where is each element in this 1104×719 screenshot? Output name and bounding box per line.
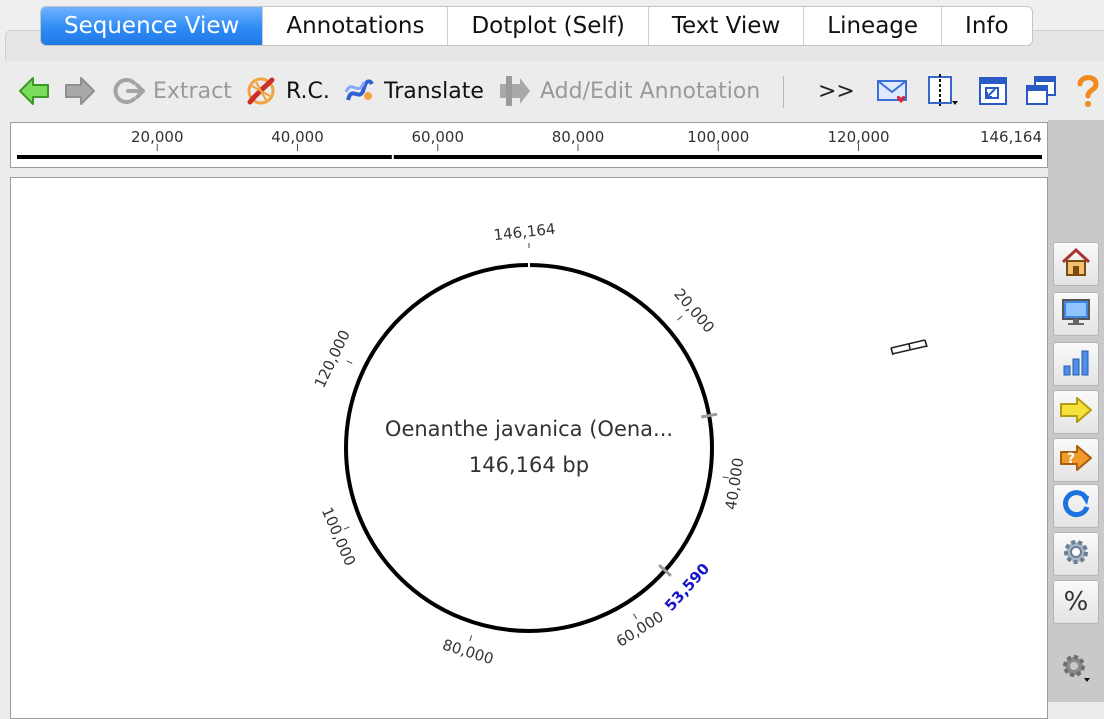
genome-circle [344, 263, 714, 633]
map-top-label: 146,164 [493, 220, 557, 244]
bar-chart-icon [1060, 346, 1092, 382]
tab-sequence-view[interactable]: Sequence View [41, 7, 264, 45]
overflow-label: >> [818, 78, 855, 104]
gear-icon [1060, 536, 1092, 572]
percent-icon: % [1063, 587, 1089, 617]
ruler-tick-label: 60,000 [412, 128, 465, 146]
window-inset-button[interactable] [978, 62, 1008, 120]
mail-heart-icon [876, 76, 910, 106]
tab-annotations[interactable]: Annotations [263, 7, 449, 45]
tab-info[interactable]: Info [942, 7, 1032, 45]
map-tick-label: 40,000 [722, 457, 748, 512]
toolbar-separator [783, 76, 784, 108]
new-window-icon [1025, 75, 1057, 107]
refresh-icon [1060, 488, 1092, 524]
home-button[interactable] [1053, 242, 1099, 286]
split-vertical-icon [926, 74, 960, 108]
map-tick [346, 360, 353, 364]
map-tick [469, 635, 473, 642]
settings-dropdown-icon [1060, 652, 1092, 688]
ruler-tick-label: 80,000 [552, 128, 605, 146]
map-tick-label: 20,000 [670, 285, 718, 337]
arrow-right-gray-icon [64, 75, 96, 107]
new-window-button[interactable] [1025, 62, 1057, 120]
ruler-tick-label: 40,000 [271, 128, 324, 146]
tab-strip: Sequence View Annotations Dotplot (Self)… [40, 6, 1033, 46]
refresh-button[interactable] [1053, 484, 1099, 528]
add-edit-annotation-button[interactable]: Add/Edit Annotation [498, 62, 760, 120]
translate-button[interactable]: Translate [342, 62, 484, 120]
map-tick [677, 315, 683, 321]
arrow-right-yellow-icon [1059, 396, 1093, 428]
add-edit-annotation-label: Add/Edit Annotation [540, 78, 761, 104]
sequence-length: 146,164 bp [469, 453, 589, 477]
overflow-button[interactable]: >> [818, 62, 855, 120]
map-tick-label: 100,000 [318, 505, 359, 569]
ruler-tick-label: 100,000 [687, 128, 749, 146]
home-icon [1060, 246, 1092, 282]
translate-helix-icon [342, 74, 376, 108]
find-button[interactable]: ? [1053, 438, 1099, 482]
map-tick-label: 60,000 [613, 607, 667, 650]
tab-bar: Sequence View Annotations Dotplot (Self)… [0, 0, 1104, 61]
svg-text:?: ? [1067, 451, 1075, 467]
reverse-complement-button[interactable]: R.C. [244, 62, 330, 120]
tab-text-view[interactable]: Text View [649, 7, 805, 45]
forward-button[interactable] [64, 62, 96, 120]
arrow-left-green-icon [18, 75, 50, 107]
map-tick-label: 120,000 [311, 327, 354, 391]
percent-button[interactable]: % [1053, 580, 1099, 624]
split-view-button[interactable] [926, 62, 960, 120]
extract-icon [113, 75, 145, 107]
settings-dropdown-button[interactable] [1053, 648, 1099, 692]
circular-map-graphic: Oenanthe javanica (Oena... 146,164 bp 14… [311, 220, 928, 669]
window-inset-icon [978, 76, 1008, 106]
back-button[interactable] [18, 62, 50, 120]
question-mark-icon [1077, 74, 1099, 108]
circular-map-canvas[interactable]: Oenanthe javanica (Oena... 146,164 bp 14… [10, 177, 1048, 719]
sequence-name: Oenanthe javanica (Oena... [385, 417, 673, 441]
extract-button[interactable]: Extract [113, 62, 232, 120]
i-beam-cursor-icon [890, 339, 928, 356]
statistics-button[interactable] [1053, 342, 1099, 386]
extract-label: Extract [153, 78, 232, 104]
tab-lineage[interactable]: Lineage [804, 7, 943, 45]
display-button[interactable] [1053, 292, 1099, 336]
annotation-arrow-icon [498, 76, 532, 106]
toolbar: Extract R.C. Translate Add/Edit Annotati… [0, 62, 1104, 120]
ruler-tick-label: 20,000 [131, 128, 184, 146]
rc-label: R.C. [286, 78, 330, 104]
monitor-icon [1060, 296, 1092, 332]
map-tick [633, 613, 638, 620]
email-button[interactable] [876, 62, 910, 120]
help-button[interactable] [1077, 62, 1099, 120]
map-tick-label: 80,000 [440, 636, 495, 669]
options-button[interactable] [1053, 532, 1099, 576]
translate-label: Translate [384, 78, 484, 104]
feature-mark [700, 412, 718, 419]
sequence-ruler[interactable]: 20,000 40,000 60,000 80,000 100,000 120,000 14… [10, 122, 1048, 168]
right-tool-panel: ? % [1048, 120, 1104, 702]
tab-dotplot-self[interactable]: Dotplot (Self) [448, 7, 649, 45]
ruler-end-label: 146,164 [980, 128, 1042, 146]
go-to-button[interactable] [1053, 390, 1099, 434]
ruler-graphic: 20,000 40,000 60,000 80,000 100,000 120,000 14… [17, 128, 1042, 163]
help-arrow-icon: ? [1059, 443, 1093, 477]
ruler-tick-label: 120,000 [828, 128, 890, 146]
dna-helix-icon [244, 74, 278, 108]
